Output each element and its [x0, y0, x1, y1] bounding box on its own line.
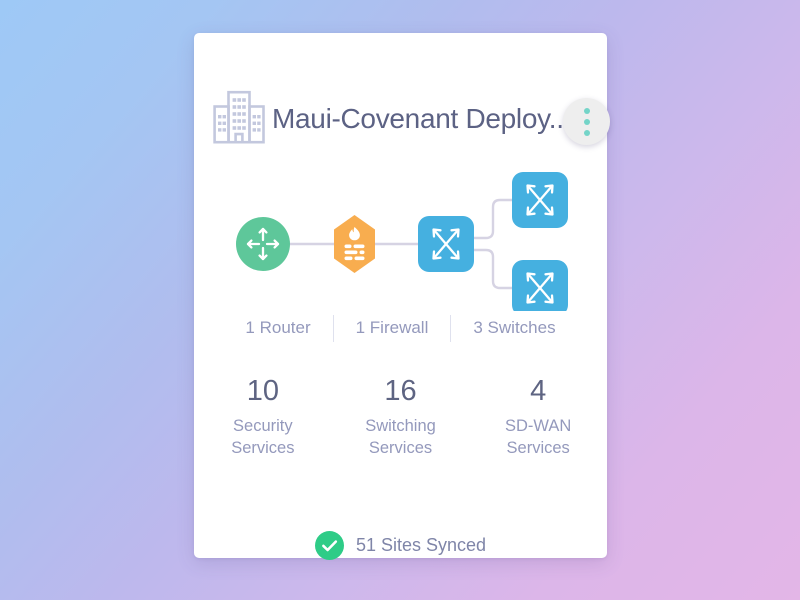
topology-node-switch-bottom[interactable]	[512, 260, 568, 316]
metric-label: SD-WAN Services	[469, 415, 607, 459]
metric-label-line2: Services	[506, 439, 570, 457]
metric-label-line1: Switching	[365, 417, 436, 435]
topology-node-firewall[interactable]	[334, 215, 375, 273]
metric-switching-services: 16 Switching Services	[332, 371, 470, 459]
more-vertical-icon-dot-2	[583, 118, 590, 125]
topology-node-switch-core[interactable]	[418, 216, 474, 272]
building-icon	[212, 89, 266, 145]
service-metrics-row: 10 Security Services 16 Switching Servic…	[194, 371, 607, 459]
app-background: Maui-Covenant Deploy... 1 Router 1 Firew…	[0, 0, 800, 600]
metric-value: 10	[246, 375, 279, 407]
network-topology-diagram	[194, 151, 607, 316]
device-count-firewall: 1 Firewall	[355, 318, 429, 337]
more-vertical-icon-dot-3	[583, 129, 590, 136]
sync-status: 51 Sites Synced	[194, 525, 607, 565]
topology-node-router[interactable]	[236, 217, 290, 271]
metric-label: Switching Services	[332, 415, 470, 459]
metric-label-line2: Services	[231, 439, 295, 457]
device-counts-row: 1 Router 1 Firewall 3 Switches	[194, 307, 607, 349]
deployment-card: Maui-Covenant Deploy... 1 Router 1 Firew…	[194, 33, 610, 560]
check-circle-icon	[314, 530, 344, 560]
metric-label: Security Services	[194, 415, 332, 459]
metric-label-line2: Services	[368, 439, 433, 457]
device-count-router: 1 Router	[245, 318, 311, 337]
page-title: Maui-Covenant Deploy...	[272, 103, 572, 134]
device-count-switches: 3 Switches	[473, 318, 556, 337]
metric-label-line1: Security	[233, 417, 293, 435]
metric-value: 16	[384, 375, 417, 407]
status-badge: 51 Sites Synced	[355, 534, 487, 555]
metric-security-services: 10 Security Services	[194, 371, 332, 459]
topology-node-switch-top[interactable]	[512, 172, 568, 228]
metric-sdwan-services: 4 SD-WAN Services	[469, 371, 607, 459]
metric-value: 4	[530, 375, 547, 407]
more-options-button[interactable]	[563, 98, 610, 145]
more-vertical-icon-dot-1	[583, 107, 590, 114]
topology-links	[288, 198, 514, 290]
metric-label-line1: SD-WAN	[505, 417, 572, 435]
card-header: Maui-Covenant Deploy...	[194, 33, 610, 161]
